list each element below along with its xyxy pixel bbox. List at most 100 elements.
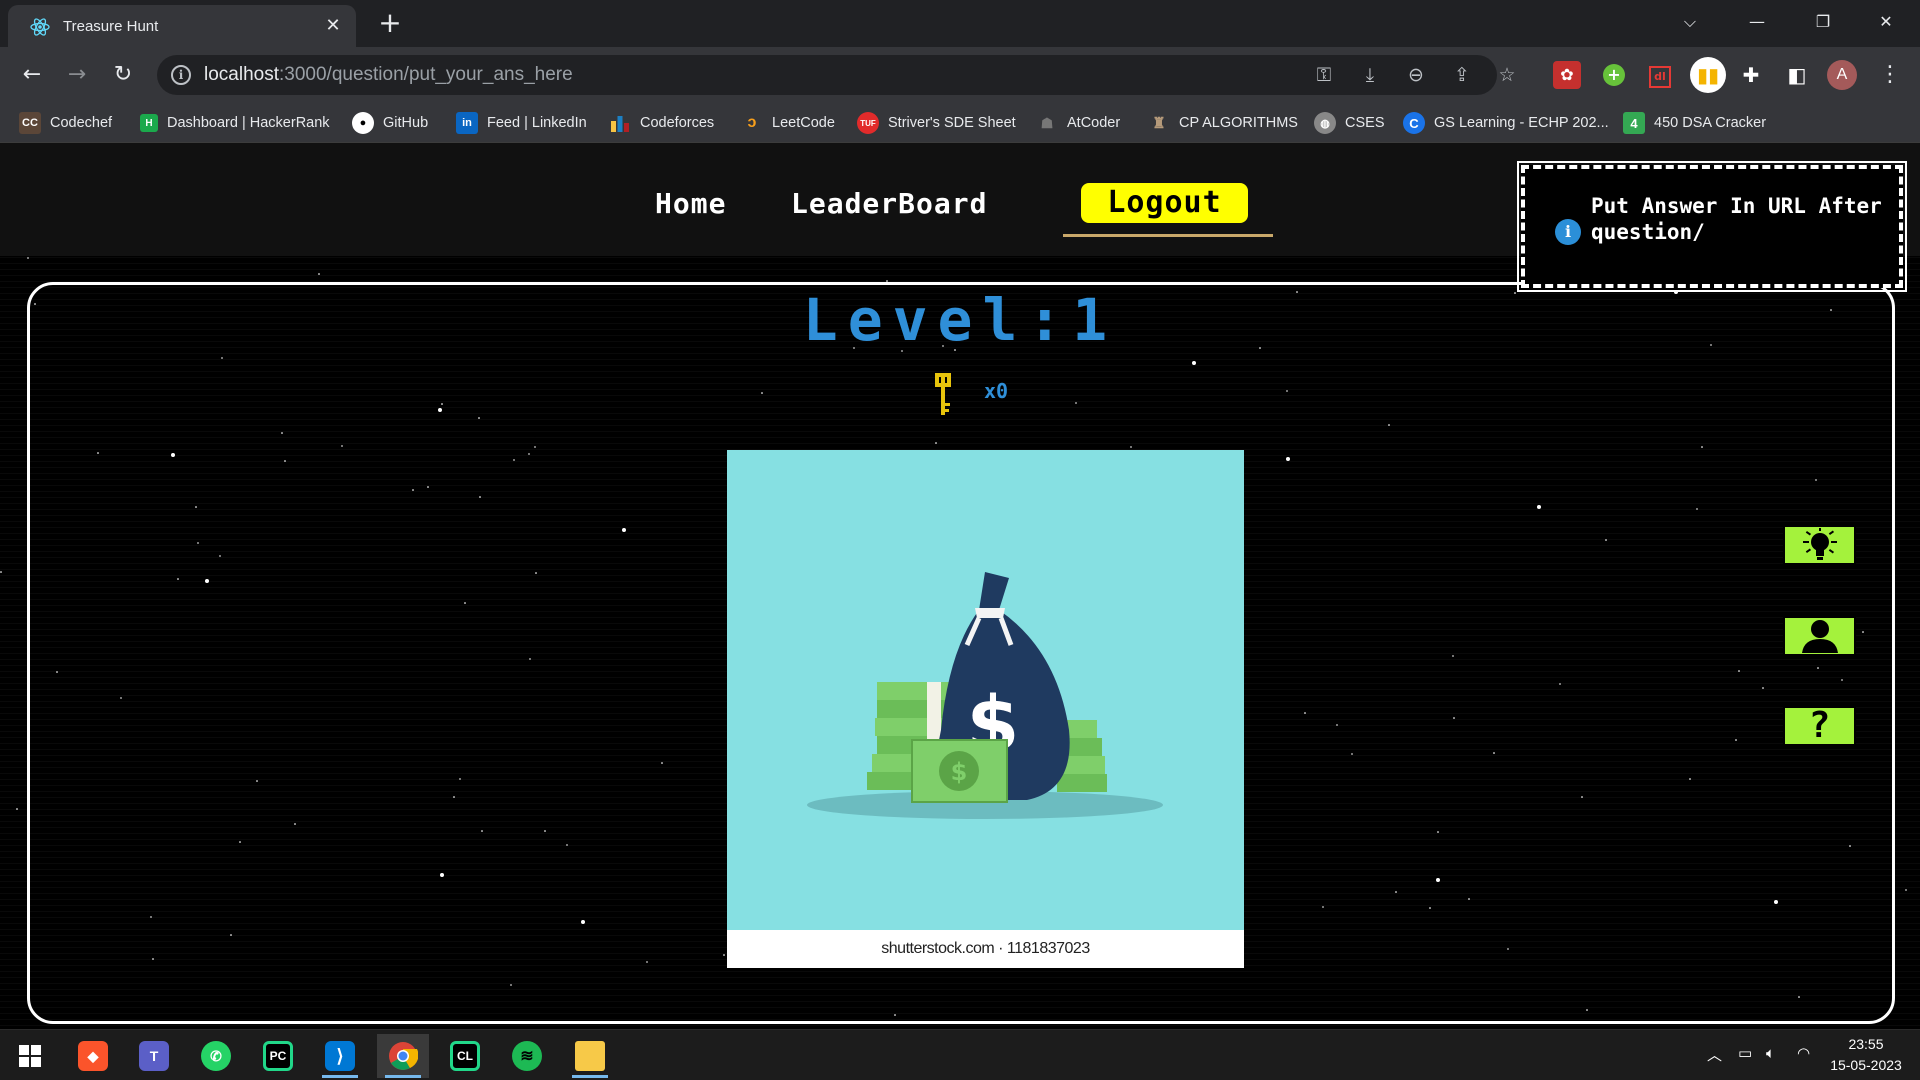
clock-date: 15-05-2023 xyxy=(1830,1057,1902,1073)
extension-plus-icon[interactable]: + xyxy=(1600,61,1628,89)
extension-bug-icon[interactable]: ✿ xyxy=(1553,61,1581,89)
spotify-icon: ≋ xyxy=(512,1041,542,1071)
taskbar-spotify[interactable]: ≋ xyxy=(501,1034,553,1078)
zoom-icon[interactable]: ⊖ xyxy=(1404,63,1428,87)
help-button[interactable]: ? xyxy=(1783,706,1856,746)
file-explorer-icon xyxy=(575,1041,605,1071)
volume-icon[interactable]: 🔈︎ xyxy=(1766,1044,1775,1062)
taskbar-brave[interactable]: ◆ xyxy=(67,1034,119,1078)
codeforces-icon xyxy=(609,112,631,134)
active-nav-underline xyxy=(1063,234,1273,237)
bookmark-leetcode[interactable]: ↄ LeetCode xyxy=(741,111,835,135)
taskbar-clion[interactable]: CL xyxy=(439,1034,491,1078)
taskbar-teams[interactable]: T xyxy=(128,1034,180,1078)
bookmark-codeforces[interactable]: Codeforces xyxy=(609,111,714,135)
taskbar-chrome[interactable] xyxy=(377,1034,429,1078)
battery-icon[interactable]: ▭ xyxy=(1738,1044,1752,1062)
profile-avatar[interactable]: A xyxy=(1827,60,1857,90)
taskbar-whatsapp[interactable]: ✆ xyxy=(190,1034,242,1078)
linkedin-icon: in xyxy=(456,112,478,134)
brave-icon: ◆ xyxy=(78,1041,108,1071)
puzzle-image: $ $ shutterstock.com · 1181837023 xyxy=(727,450,1244,968)
svg-text:$: $ xyxy=(951,758,968,786)
bookmark-linkedin[interactable]: in Feed | LinkedIn xyxy=(456,111,587,135)
side-panel-icon[interactable]: ◧ xyxy=(1783,61,1811,89)
star xyxy=(0,571,2,573)
url-text[interactable]: localhost:3000/question/put_your_ans_her… xyxy=(204,64,573,86)
nav-leaderboard-link[interactable]: LeaderBoard xyxy=(791,187,987,220)
wifi-icon[interactable]: ◠ xyxy=(1797,1044,1810,1062)
back-arrow-icon[interactable]: ← xyxy=(18,61,46,89)
teams-icon: T xyxy=(139,1041,169,1071)
github-icon: ● xyxy=(352,112,374,134)
star xyxy=(27,257,29,259)
bookmark-cp-algorithms[interactable]: ♜ CP ALGORITHMS xyxy=(1148,111,1298,135)
level-title: Level:1 xyxy=(802,286,1118,354)
tuf-icon: TUF xyxy=(857,112,879,134)
taskbar-clock[interactable]: 23:55 15-05-2023 xyxy=(1820,1034,1912,1076)
share-icon[interactable]: ⇪ xyxy=(1450,63,1474,87)
clion-icon: CL xyxy=(450,1041,480,1071)
extension-pdf-icon[interactable]: dl xyxy=(1646,61,1674,89)
key-icon xyxy=(935,373,951,415)
tab-title: Treasure Hunt xyxy=(63,18,159,35)
user-icon xyxy=(1801,620,1838,653)
info-tooltip: i Put Answer In URL After question/ xyxy=(1517,161,1907,292)
close-window-button[interactable]: ✕ xyxy=(1856,0,1916,44)
restore-button[interactable]: ❐ xyxy=(1793,0,1853,44)
install-app-icon[interactable]: ⤓ xyxy=(1358,63,1382,87)
extensions-puzzle-icon[interactable]: ✚ xyxy=(1737,61,1765,89)
tab-search-dropdown-icon[interactable]: ⌵ xyxy=(1660,0,1720,44)
forward-arrow-icon[interactable]: → xyxy=(63,61,91,89)
windows-start-icon xyxy=(19,1045,41,1067)
cp-algorithms-icon: ♜ xyxy=(1152,115,1166,132)
lightbulb-icon xyxy=(1802,528,1837,560)
cses-icon: ◍ xyxy=(1314,112,1336,134)
browser-tabstrip: Treasure Hunt ✕ + ⌵ — ❐ ✕ xyxy=(0,0,1920,47)
tray-chevron-icon[interactable]: ︿ xyxy=(1707,1044,1722,1065)
address-bar[interactable]: i localhost:3000/question/put_your_ans_h… xyxy=(157,55,1516,95)
nav-home-link[interactable]: Home xyxy=(655,187,726,220)
money-bag-illustration: $ $ xyxy=(807,572,1163,819)
bookmark-gs-learning[interactable]: C GS Learning - ECHP 202... xyxy=(1403,111,1609,135)
windows-start-button[interactable] xyxy=(4,1034,56,1078)
bookmark-cses[interactable]: ◍ CSES xyxy=(1314,111,1385,135)
bookmark-star-icon[interactable]: ☆ xyxy=(1495,63,1519,87)
taskbar-vscode[interactable]: ⟩ xyxy=(314,1034,366,1078)
hint-button[interactable] xyxy=(1783,525,1856,565)
bookmark-atcoder[interactable]: ☗ AtCoder xyxy=(1036,111,1120,135)
browser-menu-icon[interactable]: ⋮ xyxy=(1878,61,1902,89)
browser-toolbar: ← → ↻ i localhost:3000/question/put_your… xyxy=(0,47,1920,103)
bookmark-strivers-sheet[interactable]: TUF Striver's SDE Sheet xyxy=(857,111,1016,135)
vscode-icon: ⟩ xyxy=(325,1041,355,1071)
logout-button[interactable]: Logout xyxy=(1081,183,1248,223)
minimize-button[interactable]: — xyxy=(1727,0,1787,44)
site-info-icon[interactable]: i xyxy=(171,65,191,85)
taskbar-file-explorer[interactable] xyxy=(564,1034,616,1078)
bookmark-450-dsa[interactable]: 4 450 DSA Cracker xyxy=(1623,111,1766,135)
hackerrank-icon: H xyxy=(140,114,158,132)
info-message: Put Answer In URL After question/ xyxy=(1591,194,1882,244)
tab-close-icon[interactable]: ✕ xyxy=(320,13,346,39)
extension-chart-icon[interactable]: ▮▮ xyxy=(1690,57,1726,93)
star xyxy=(318,273,320,275)
info-icon: i xyxy=(1555,219,1581,245)
taskbar-pycharm[interactable]: PC xyxy=(252,1034,304,1078)
leetcode-icon: ↄ xyxy=(747,114,757,131)
cash-front: $ xyxy=(911,739,1008,803)
bookmark-codechef[interactable]: CC Codechef xyxy=(19,111,112,135)
profile-button[interactable] xyxy=(1783,616,1856,656)
atcoder-icon: ☗ xyxy=(1040,114,1054,131)
image-caption: shutterstock.com · 1181837023 xyxy=(727,930,1244,968)
dsa-cracker-icon: 4 xyxy=(1623,112,1645,134)
react-icon xyxy=(30,18,50,36)
bookmark-hackerrank[interactable]: H Dashboard | HackerRank xyxy=(140,111,330,135)
browser-tab-active[interactable]: Treasure Hunt ✕ xyxy=(8,5,356,47)
bookmark-github[interactable]: ● GitHub xyxy=(352,111,428,135)
password-key-icon[interactable]: ⚿ xyxy=(1312,63,1336,87)
new-tab-button[interactable]: + xyxy=(374,8,406,40)
codechef-icon: CC xyxy=(19,112,41,134)
reload-icon[interactable]: ↻ xyxy=(109,61,137,89)
bookmarks-bar: CC Codechef H Dashboard | HackerRank ● GitH… xyxy=(0,103,1920,143)
question-mark-icon: ? xyxy=(1808,705,1831,746)
